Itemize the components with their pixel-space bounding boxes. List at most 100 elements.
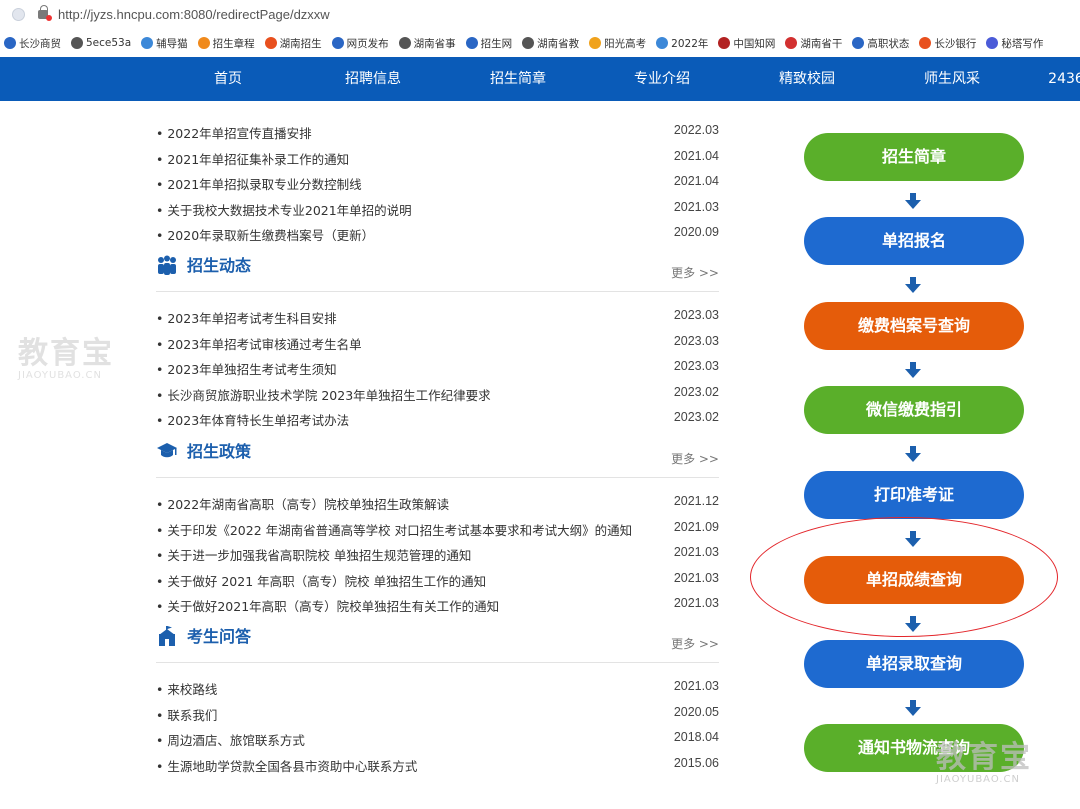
item-title-text[interactable]: 关于做好 2021 年高职（高专）院校 单独招生工作的通知 — [167, 574, 486, 589]
item-title[interactable]: • 关于做好 2021 年高职（高专）院校 单独招生工作的通知 — [156, 571, 486, 590]
bookmark-item[interactable]: 湖南招生 — [261, 36, 328, 51]
flow-button[interactable]: 微信缴费指引 — [804, 386, 1024, 434]
item-title-text[interactable]: 生源地助学贷款全国各县市资助中心联系方式 — [167, 759, 417, 774]
nav-item[interactable]: 精致校园 — [779, 57, 835, 101]
list-item[interactable]: • 关于进一步加强我省高职院校 单独招生规范管理的通知 2021.03 — [156, 540, 719, 565]
section-title[interactable]: 招生动态 — [187, 252, 251, 276]
item-title-text[interactable]: 联系我们 — [167, 708, 217, 723]
nav-item[interactable]: 师生风采 — [924, 57, 980, 101]
list-item[interactable]: • 2023年单招考试考生科目安排 2023.03 — [156, 303, 719, 328]
list-item[interactable]: • 2022年湖南省高职（高专）院校单独招生政策解读 2021.12 — [156, 489, 719, 514]
item-title-text[interactable]: 2021年单招拟录取专业分数控制线 — [167, 177, 361, 192]
bookmark-item[interactable]: 招生章程 — [194, 36, 261, 51]
bullet: • — [156, 758, 168, 774]
watermark-left: 教育宝 JIAOYUBAO.CN — [18, 328, 114, 381]
flow-button[interactable]: 单招报名 — [804, 217, 1024, 265]
item-title[interactable]: • 长沙商贸旅游职业技术学院 2023年单独招生工作纪律要求 — [156, 385, 491, 404]
bookmark-item[interactable]: 辅导猫 — [137, 36, 194, 51]
nav-item[interactable]: 招聘信息 — [345, 57, 401, 101]
item-title[interactable]: • 生源地助学贷款全国各县市资助中心联系方式 — [156, 756, 417, 775]
list-item[interactable]: • 关于印发《2022 年湖南省普通高等学校 对口招生考试基本要求和考试大纲》的… — [156, 515, 719, 540]
list-item[interactable]: • 2021年单招征集补录工作的通知 2021.04 — [156, 144, 719, 169]
item-title-text[interactable]: 2023年单独招生考试考生须知 — [167, 362, 336, 377]
bookmark-item[interactable]: 秘塔写作 — [982, 36, 1049, 51]
list-item[interactable]: • 关于做好2021年高职（高专）院校单独招生有关工作的通知 2021.03 — [156, 591, 719, 616]
list-item[interactable]: • 2023年单独招生考试考生须知 2023.03 — [156, 354, 719, 379]
page-info-icon[interactable] — [12, 7, 25, 21]
item-title[interactable]: • 2023年单招考试考生科目安排 — [156, 308, 337, 327]
list-item[interactable]: • 长沙商贸旅游职业技术学院 2023年单独招生工作纪律要求 2023.02 — [156, 380, 719, 405]
nav-item[interactable]: 2436 — [1048, 57, 1080, 101]
list-item[interactable]: • 关于做好 2021 年高职（高专）院校 单独招生工作的通知 2021.03 — [156, 566, 719, 591]
item-title[interactable]: • 2021年单招征集补录工作的通知 — [156, 149, 349, 168]
bookmark-item[interactable]: 长沙商贸 — [0, 36, 67, 51]
bookmark-item[interactable]: 阳光高考 — [585, 36, 652, 51]
item-title[interactable]: • 关于进一步加强我省高职院校 单独招生规范管理的通知 — [156, 545, 471, 564]
insecure-lock-icon[interactable] — [38, 4, 52, 21]
bookmark-label: 网页发布 — [346, 37, 389, 50]
item-title-text[interactable]: 关于我校大数据技术专业2021年单招的说明 — [167, 203, 411, 218]
item-title[interactable]: • 2023年单独招生考试考生须知 — [156, 359, 337, 378]
item-title[interactable]: • 联系我们 — [156, 705, 217, 724]
more-link[interactable]: 更多 >> — [671, 450, 719, 467]
bookmark-item[interactable]: 高职状态 — [848, 36, 915, 51]
item-title-text[interactable]: 2022年湖南省高职（高专）院校单独招生政策解读 — [167, 497, 449, 512]
item-title-text[interactable]: 2023年单招考试考生科目安排 — [167, 311, 336, 326]
nav-item[interactable]: 招生简章 — [490, 57, 546, 101]
item-title-text[interactable]: 关于印发《2022 年湖南省普通高等学校 对口招生考试基本要求和考试大纲》的通知 — [167, 523, 632, 538]
flow-button[interactable]: 缴费档案号查询 — [804, 302, 1024, 350]
item-title-text[interactable]: 长沙商贸旅游职业技术学院 2023年单独招生工作纪律要求 — [167, 388, 490, 403]
list-item[interactable]: • 2023年体育特长生单招考试办法 2023.02 — [156, 405, 719, 430]
flow-button[interactable]: 单招录取查询 — [804, 640, 1024, 688]
list-item[interactable]: • 2022年单招宣传直播安排 2022.03 — [156, 118, 719, 143]
item-date: 2021.09 — [673, 519, 719, 534]
list-item[interactable]: • 周边酒店、旅馆联系方式 2018.04 — [156, 725, 719, 750]
item-title-text[interactable]: 2021年单招征集补录工作的通知 — [167, 152, 349, 167]
item-title[interactable]: • 关于印发《2022 年湖南省普通高等学校 对口招生考试基本要求和考试大纲》的… — [156, 520, 632, 539]
bookmark-item[interactable]: 网页发布 — [328, 36, 395, 51]
list-item[interactable]: • 2020年录取新生缴费档案号（更新） 2020.09 — [156, 220, 719, 245]
item-title[interactable]: • 2022年湖南省高职（高专）院校单独招生政策解读 — [156, 494, 449, 513]
item-title[interactable]: • 关于做好2021年高职（高专）院校单独招生有关工作的通知 — [156, 596, 499, 615]
item-title-text[interactable]: 关于进一步加强我省高职院校 单独招生规范管理的通知 — [167, 548, 471, 563]
more-link[interactable]: 更多 >> — [671, 635, 719, 652]
item-title-text[interactable]: 2023年单招考试审核通过考生名单 — [167, 337, 361, 352]
section-title[interactable]: 招生政策 — [187, 438, 251, 462]
item-title-text[interactable]: 2022年单招宣传直播安排 — [167, 126, 311, 141]
item-title[interactable]: • 来校路线 — [156, 679, 217, 698]
bookmark-item[interactable]: 2022年 — [652, 36, 714, 51]
nav-item[interactable]: 首页 — [214, 57, 242, 101]
list-item[interactable]: • 2023年单招考试审核通过考生名单 2023.03 — [156, 329, 719, 354]
list-item[interactable]: • 来校路线 2021.03 — [156, 674, 719, 699]
bookmark-item[interactable]: 5ece53a — [67, 37, 137, 49]
item-title[interactable]: • 周边酒店、旅馆联系方式 — [156, 730, 305, 749]
item-title[interactable]: • 2020年录取新生缴费档案号（更新） — [156, 225, 374, 244]
bookmark-item[interactable]: 湖南省事 — [395, 36, 462, 51]
flow-button[interactable]: 招生简章 — [804, 133, 1024, 181]
item-title-text[interactable]: 2023年体育特长生单招考试办法 — [167, 413, 349, 428]
item-title[interactable]: • 2023年体育特长生单招考试办法 — [156, 410, 349, 429]
item-title-text[interactable]: 关于做好2021年高职（高专）院校单独招生有关工作的通知 — [167, 599, 499, 614]
bookmark-item[interactable]: 湖南省干 — [781, 36, 848, 51]
bookmark-item[interactable]: 招生网 — [462, 36, 519, 51]
more-link[interactable]: 更多 >> — [671, 264, 719, 281]
bookmark-item[interactable]: 长沙银行 — [915, 36, 982, 51]
url-text[interactable]: http://jyzs.hncpu.com:8080/redirectPage/… — [58, 7, 330, 22]
item-title[interactable]: • 关于我校大数据技术专业2021年单招的说明 — [156, 200, 412, 219]
item-title[interactable]: • 2023年单招考试审核通过考生名单 — [156, 334, 362, 353]
list-item[interactable]: • 联系我们 2020.05 — [156, 700, 719, 725]
section-title[interactable]: 考生问答 — [187, 623, 251, 647]
bookmark-item[interactable]: 中国知网 — [714, 36, 781, 51]
item-title[interactable]: • 2021年单招拟录取专业分数控制线 — [156, 174, 362, 193]
list-item[interactable]: • 关于我校大数据技术专业2021年单招的说明 2021.03 — [156, 195, 719, 220]
flow-button[interactable]: 打印准考证 — [804, 471, 1024, 519]
item-title-text[interactable]: 来校路线 — [167, 682, 217, 697]
list-item[interactable]: • 生源地助学贷款全国各县市资助中心联系方式 2015.06 — [156, 751, 719, 776]
nav-item[interactable]: 专业介绍 — [634, 57, 690, 101]
bookmark-item[interactable]: 湖南省教 — [518, 36, 585, 51]
address-bar[interactable]: http://jyzs.hncpu.com:8080/redirectPage/… — [0, 0, 1080, 28]
list-item[interactable]: • 2021年单招拟录取专业分数控制线 2021.04 — [156, 169, 719, 194]
item-title-text[interactable]: 周边酒店、旅馆联系方式 — [167, 733, 305, 748]
item-title[interactable]: • 2022年单招宣传直播安排 — [156, 123, 312, 142]
item-title-text[interactable]: 2020年录取新生缴费档案号（更新） — [167, 228, 374, 243]
